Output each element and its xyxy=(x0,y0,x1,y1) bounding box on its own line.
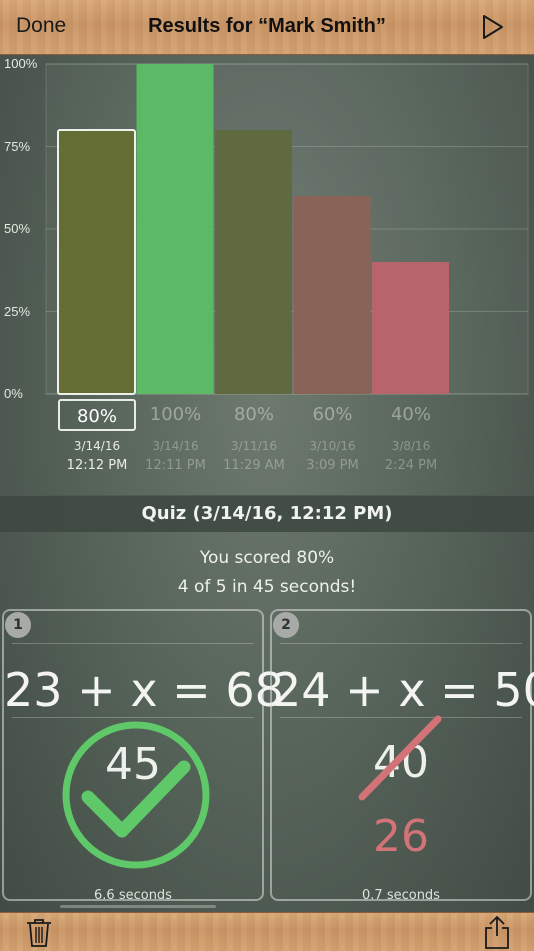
detail-line: 4 of 5 in 45 seconds! xyxy=(177,577,357,597)
bar-date-label: 3/8/16 2:24 PM xyxy=(372,437,450,475)
correct-answer: 26 xyxy=(373,811,429,862)
bottom-toolbar xyxy=(0,912,534,951)
score-line: You scored 80% xyxy=(199,548,335,568)
question-number-badge: 2 xyxy=(273,612,299,638)
play-icon[interactable] xyxy=(482,14,504,40)
bar-date-label: 3/11/16 11:29 AM xyxy=(215,437,293,475)
chart-bar[interactable] xyxy=(215,130,292,394)
y-tick-label: 0% xyxy=(4,386,23,401)
divider xyxy=(12,717,254,718)
bar-date: 3/10/16 xyxy=(309,439,356,453)
scroll-indicator[interactable] xyxy=(60,905,216,908)
divider xyxy=(12,643,254,644)
question-equation: 24 + x = 50 xyxy=(272,663,534,717)
bar-percent-label[interactable]: 100% xyxy=(137,404,215,425)
bar-percent-label[interactable]: 80% xyxy=(58,399,136,431)
bar-time: 2:24 PM xyxy=(384,458,438,473)
y-tick-label: 50% xyxy=(4,221,31,236)
page-title: Results for “Mark Smith” xyxy=(148,15,386,37)
results-chart: 100% 75% 50% 25% 0% 80% 3/14/16 12:12 PM 100% 3/1… xyxy=(0,54,534,494)
chart-bar[interactable] xyxy=(57,129,136,395)
bar-date-label: 3/14/16 12:11 PM xyxy=(137,437,215,475)
bar-date-label: 3/10/16 3:09 PM xyxy=(294,437,372,475)
bar-percent-label[interactable]: 60% xyxy=(294,404,372,425)
question-equation: 23 + x = 68 xyxy=(4,663,284,717)
question-card-2[interactable]: 2 24 + x = 50 40 26 0.7 seconds xyxy=(270,609,534,903)
bar-time: 12:11 PM xyxy=(145,458,206,473)
answer-time: 6.6 seconds xyxy=(94,888,172,903)
chart-bar[interactable] xyxy=(372,262,449,394)
bar-date: 3/11/16 xyxy=(230,439,278,453)
bar-time: 12:12 PM xyxy=(66,458,128,473)
bar-date-label: 3/14/16 12:12 PM xyxy=(58,437,136,475)
question-card-1[interactable]: 1 23 + x = 68 45 6.6 seconds xyxy=(2,609,284,903)
bar-percent-label[interactable]: 80% xyxy=(215,404,293,425)
bar-date: 3/14/16 xyxy=(73,439,121,453)
navigation-bar: Done Results for “Mark Smith” xyxy=(0,0,534,55)
y-tick-label: 75% xyxy=(4,138,31,154)
bar-percent-label[interactable]: 40% xyxy=(372,404,450,425)
score-summary: You scored 80% 4 of 5 in 45 seconds! xyxy=(0,544,534,602)
bar-date: 3/14/16 xyxy=(152,439,199,453)
bar-time: 11:29 AM xyxy=(223,458,285,473)
question-number-badge: 1 xyxy=(5,612,31,638)
bar-time: 3:09 PM xyxy=(306,458,359,473)
bar-date: 3/8/16 xyxy=(391,439,431,453)
y-tick-label: 25% xyxy=(4,303,31,319)
trash-icon[interactable] xyxy=(26,918,52,948)
divider xyxy=(280,643,522,644)
quiz-header: Quiz (3/14/16, 12:12 PM) xyxy=(0,495,534,532)
answer-time: 0.7 seconds xyxy=(362,888,440,903)
correct-check-icon xyxy=(62,721,210,869)
strikethrough-icon xyxy=(358,715,442,801)
y-tick-label: 100% xyxy=(4,56,38,71)
chart-bar[interactable] xyxy=(293,196,371,394)
share-icon[interactable] xyxy=(484,915,510,949)
chart-bar[interactable] xyxy=(136,64,214,394)
